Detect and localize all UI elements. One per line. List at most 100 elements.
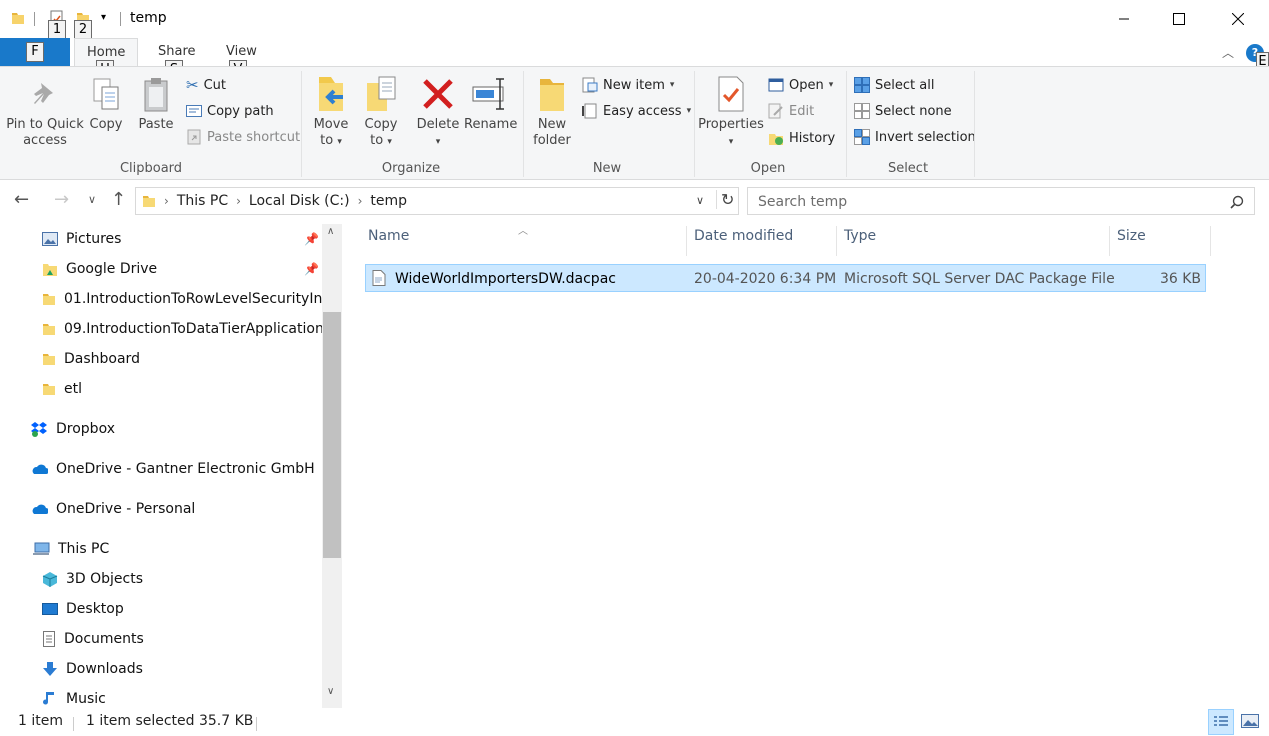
nav-item-label: Pictures bbox=[66, 231, 122, 247]
copy-button[interactable]: Copy bbox=[88, 77, 124, 133]
status-bar: 1 item 1 item selected 35.7 KB bbox=[0, 709, 1269, 736]
rename-button[interactable]: Rename bbox=[464, 75, 517, 133]
new-item-button[interactable]: New item ▾ bbox=[582, 75, 674, 95]
easy-access-button[interactable]: Easy access ▾ bbox=[582, 101, 691, 121]
column-header-date[interactable]: Date modified bbox=[694, 228, 793, 244]
paste-shortcut-button[interactable]: Paste shortcut bbox=[186, 127, 300, 147]
copy-path-label: Copy path bbox=[207, 103, 274, 119]
column-header-size[interactable]: Size bbox=[1117, 228, 1146, 244]
column-separator[interactable] bbox=[836, 226, 837, 256]
music-icon bbox=[43, 692, 54, 705]
nav-item-label: OneDrive - Personal bbox=[56, 501, 196, 517]
forward-button[interactable]: → bbox=[54, 189, 69, 210]
nav-item-downloads[interactable]: Downloads bbox=[42, 654, 143, 684]
search-icon[interactable] bbox=[1230, 195, 1244, 209]
column-header-name[interactable]: Name bbox=[368, 228, 409, 244]
nav-item-label: 01.IntroductionToRowLevelSecurityInPo bbox=[64, 291, 339, 307]
back-button[interactable]: ← bbox=[14, 189, 29, 210]
nav-item-pictures[interactable]: Pictures bbox=[42, 224, 121, 254]
refresh-icon[interactable]: ↻ bbox=[716, 190, 734, 209]
tab-share-label: Share bbox=[158, 44, 196, 59]
cut-button[interactable]: ✂ Cut bbox=[186, 75, 226, 95]
select-all-button[interactable]: Select all bbox=[854, 75, 934, 95]
nav-item-folder[interactable]: etl bbox=[42, 374, 82, 404]
breadcrumb-chevron-icon[interactable]: › bbox=[236, 194, 241, 208]
pin-icon[interactable]: 📌 bbox=[304, 232, 319, 246]
tab-file[interactable]: F bbox=[0, 38, 70, 66]
breadcrumb-chevron-icon[interactable]: › bbox=[358, 194, 363, 208]
address-dropdown-icon[interactable]: ∨ bbox=[696, 194, 704, 207]
copy-path-button[interactable]: Copy path bbox=[186, 101, 274, 121]
address-bar[interactable]: › This PC › Local Disk (C:) › temp ∨ ↻ bbox=[135, 187, 739, 215]
breadcrumb-temp[interactable]: temp bbox=[370, 193, 407, 209]
maximize-button[interactable] bbox=[1150, 0, 1208, 38]
tab-view[interactable]: View bbox=[226, 44, 257, 59]
onedrive-icon bbox=[32, 504, 48, 514]
select-all-icon bbox=[854, 77, 870, 93]
keytip-2: 2 bbox=[74, 20, 92, 40]
nav-item-onedrive-business[interactable]: OneDrive - Gantner Electronic GmbH bbox=[30, 454, 315, 484]
nav-item-3d-objects[interactable]: 3D Objects bbox=[42, 564, 143, 594]
collapse-ribbon-icon[interactable]: ︿ bbox=[1222, 44, 1234, 61]
paste-shortcut-icon bbox=[187, 129, 201, 145]
history-button[interactable]: History bbox=[768, 128, 835, 148]
nav-item-folder[interactable]: 09.IntroductionToDataTierApplications bbox=[42, 314, 331, 344]
nav-item-google-drive[interactable]: Google Drive bbox=[42, 254, 157, 284]
nav-item-onedrive-personal[interactable]: OneDrive - Personal bbox=[30, 494, 195, 524]
nav-item-dropbox[interactable]: Dropbox bbox=[30, 414, 115, 444]
up-button[interactable]: ↑ bbox=[111, 189, 126, 210]
nav-item-this-pc[interactable]: This PC bbox=[32, 534, 109, 564]
scroll-up-icon[interactable]: ∧ bbox=[327, 226, 334, 237]
move-to-label-1: Move bbox=[313, 117, 349, 132]
column-separator[interactable] bbox=[1210, 226, 1211, 256]
pin-to-quick-access-button[interactable]: Pin to Quick access bbox=[6, 77, 84, 149]
details-view-button[interactable] bbox=[1208, 709, 1234, 735]
delete-label: Delete bbox=[416, 117, 460, 132]
ribbon: Pin to Quick access Copy Paste ✂ Cut Cop… bbox=[0, 66, 1269, 180]
copy-icon bbox=[93, 78, 119, 110]
sort-ascending-icon: ︿ bbox=[518, 226, 528, 237]
select-none-button[interactable]: Select none bbox=[854, 101, 952, 121]
column-separator[interactable] bbox=[686, 226, 687, 256]
chevron-down-icon: ▾ bbox=[337, 137, 342, 147]
large-icons-view-icon bbox=[1241, 714, 1259, 728]
paste-button[interactable]: Paste bbox=[136, 77, 176, 133]
move-to-button[interactable]: Move to ▾ bbox=[310, 75, 352, 150]
customize-quick-access-icon[interactable]: ▾ bbox=[101, 12, 106, 23]
breadcrumb-this-pc[interactable]: This PC bbox=[177, 193, 228, 209]
cut-icon: ✂ bbox=[186, 76, 199, 94]
recent-locations-button[interactable]: ∨ bbox=[88, 193, 96, 206]
breadcrumb-local-disk[interactable]: Local Disk (C:) bbox=[249, 193, 350, 209]
file-row[interactable]: WideWorldImportersDW.dacpac 20-04-2020 6… bbox=[365, 264, 1206, 292]
column-separator[interactable] bbox=[1109, 226, 1110, 256]
scrollbar-thumb[interactable] bbox=[323, 312, 341, 558]
copy-to-button[interactable]: Copy to ▾ bbox=[360, 75, 402, 150]
folder-icon bbox=[43, 384, 55, 395]
new-folder-button[interactable]: New folder bbox=[530, 75, 574, 149]
onedrive-icon bbox=[32, 464, 48, 474]
nav-item-desktop[interactable]: Desktop bbox=[42, 594, 124, 624]
large-icons-view-button[interactable] bbox=[1238, 709, 1264, 735]
edit-button[interactable]: Edit bbox=[768, 101, 814, 121]
invert-selection-button[interactable]: Invert selection bbox=[854, 127, 976, 147]
paste-icon bbox=[144, 78, 168, 112]
tab-share[interactable]: Share bbox=[158, 44, 196, 59]
minimize-button[interactable] bbox=[1095, 0, 1153, 38]
search-box[interactable]: Search temp bbox=[747, 187, 1255, 215]
scroll-down-icon[interactable]: ∨ bbox=[327, 686, 334, 697]
delete-button[interactable]: Delete ▾ bbox=[416, 75, 460, 150]
dropbox-icon bbox=[31, 422, 47, 437]
open-button[interactable]: Open ▾ bbox=[768, 75, 833, 95]
tab-home-label: Home bbox=[87, 45, 126, 60]
close-button[interactable] bbox=[1209, 0, 1267, 38]
nav-item-music[interactable]: Music bbox=[42, 684, 106, 709]
column-header-type[interactable]: Type bbox=[844, 228, 876, 244]
chevron-down-icon: ▾ bbox=[669, 80, 675, 90]
nav-item-folder[interactable]: 01.IntroductionToRowLevelSecurityInPo bbox=[42, 284, 339, 314]
breadcrumb-chevron-icon[interactable]: › bbox=[164, 194, 169, 208]
nav-item-folder[interactable]: Dashboard bbox=[42, 344, 140, 374]
pin-icon[interactable]: 📌 bbox=[304, 262, 319, 276]
file-name: WideWorldImportersDW.dacpac bbox=[395, 271, 616, 287]
nav-item-documents[interactable]: Documents bbox=[42, 624, 144, 654]
properties-button[interactable]: Properties ▾ bbox=[698, 75, 764, 150]
